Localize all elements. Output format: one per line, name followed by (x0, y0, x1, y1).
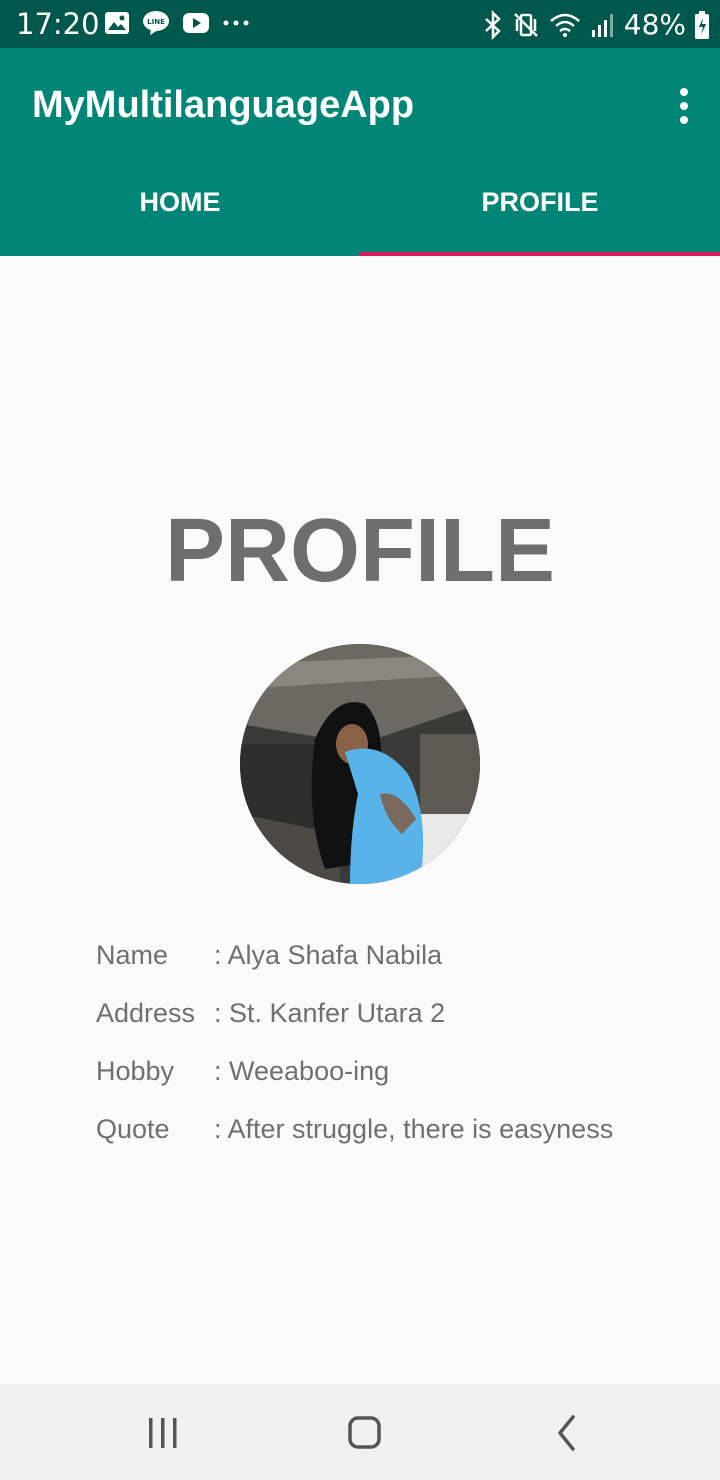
address-value: : St. Kanfer Utara 2 (214, 997, 446, 1028)
profile-info: Name : Alya Shafa Nabila Address : St. K… (96, 926, 613, 1158)
tab-profile[interactable]: PROFILE (360, 160, 720, 256)
vibrate-icon (513, 12, 538, 37)
back-icon[interactable] (540, 1408, 594, 1458)
quote-label: Quote (96, 1113, 170, 1144)
profile-photo (240, 644, 480, 884)
status-time: 17:20 (16, 7, 100, 41)
hobby-value: : Weeaboo-ing (214, 1055, 390, 1086)
app-bar: MyMultilanguageApp HOME PROFILE (0, 48, 720, 256)
battery-percent: 48% (623, 8, 686, 41)
info-row-quote: Quote : After struggle, there is easynes… (96, 1100, 613, 1158)
tab-home-label: HOME (139, 186, 221, 217)
status-bar: 17:20 LINE 48% (0, 0, 720, 48)
battery-icon (695, 10, 709, 39)
app-title: MyMultilanguageApp (32, 84, 415, 126)
bluetooth-icon (484, 9, 501, 40)
name-label: Name (96, 939, 169, 970)
youtube-icon (183, 13, 209, 33)
wifi-icon (549, 13, 580, 37)
address-label: Address (96, 997, 196, 1028)
gallery-icon (105, 12, 129, 34)
info-row-name: Name : Alya Shafa Nabila (96, 926, 613, 984)
svg-text:LINE: LINE (147, 18, 165, 26)
hobby-label: Hobby (96, 1055, 175, 1086)
signal-icon (591, 13, 613, 37)
home-icon[interactable] (338, 1408, 392, 1458)
recents-icon[interactable] (136, 1408, 190, 1458)
tab-profile-label: PROFILE (481, 186, 599, 217)
more-dots-icon (223, 20, 249, 26)
navigation-bar (0, 1384, 720, 1480)
tab-bar: HOME PROFILE (0, 160, 720, 256)
info-row-address: Address : St. Kanfer Utara 2 (96, 984, 613, 1042)
profile-heading: PROFILE (164, 501, 555, 601)
overflow-menu-icon[interactable] (676, 86, 692, 126)
info-row-hobby: Hobby : Weeaboo-ing (96, 1042, 613, 1100)
tab-home[interactable]: HOME (0, 160, 360, 256)
line-icon: LINE (143, 11, 169, 35)
quote-value: : After struggle, there is easyness (214, 1113, 614, 1144)
name-value: : Alya Shafa Nabila (214, 939, 443, 970)
